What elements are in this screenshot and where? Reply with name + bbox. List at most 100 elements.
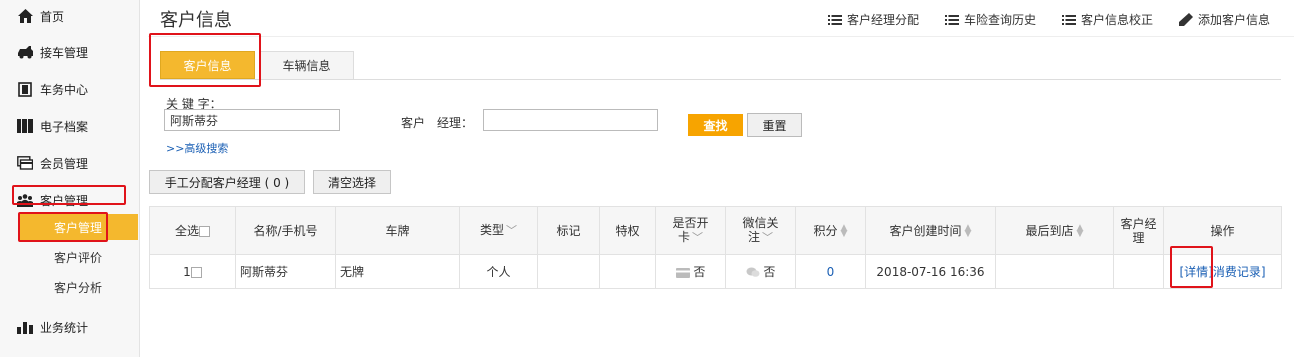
wechat-icon: [746, 265, 760, 279]
chevron-down-icon: ﹀: [762, 231, 773, 244]
sidebar-item-label: 客户管理: [40, 193, 89, 208]
assign-manager-button[interactable]: 手工分配客户经理 ( 0 ): [149, 170, 305, 194]
sidebar-item-label: 首页: [40, 9, 65, 24]
sidebar-subitem-customer-reviews[interactable]: 客户评价: [18, 244, 138, 270]
advanced-search-link[interactable]: >>高级搜索: [166, 140, 228, 156]
archive-icon: [16, 118, 34, 134]
cell-plate: 无牌: [335, 254, 460, 289]
cell-last-visit: [995, 254, 1114, 289]
tab-divider: [160, 79, 1281, 80]
cell-privilege: [599, 254, 656, 289]
cell-created: 2018-07-16 16:36: [865, 254, 996, 289]
header-divider: [148, 36, 1294, 37]
chart-icon: [16, 319, 34, 335]
header-wechat[interactable]: 微信关注 ﹀: [725, 206, 796, 255]
tab-label: 车辆信息: [282, 59, 331, 73]
header-label: 最后到店: [1025, 223, 1074, 238]
list-icon: [944, 14, 959, 26]
cell-manager: [1113, 254, 1164, 289]
row-checkbox[interactable]: [190, 266, 202, 278]
sort-icon: ▲ ▼: [840, 223, 848, 239]
add-customer-link[interactable]: 添加客户信息: [1178, 11, 1270, 28]
cell-index[interactable]: 1: [149, 254, 236, 289]
page-title: 客户信息: [160, 10, 232, 31]
sidebar-item-customers[interactable]: 客户管理: [16, 190, 88, 210]
header-privilege: 特权: [599, 206, 656, 255]
main-content: 客户信息 客户经理分配 车险查询历史 客户信息校正 添加客户信息 客户信息 车辆…: [148, 0, 1294, 357]
header-label: 注: [747, 230, 760, 244]
header-card[interactable]: 是否开卡 ﹀: [655, 206, 726, 255]
card-icon: [675, 265, 690, 279]
tab-label: 客户信息: [183, 58, 232, 73]
header-label: 客户创建时间: [889, 223, 962, 238]
cell-ops: [详情]消费记录]: [1163, 254, 1282, 289]
header-points[interactable]: 积分 ▲ ▼: [795, 206, 866, 255]
customer-table: 全选 名称/手机号 车牌 类型 ﹀ 标记 特权 是否开卡 ﹀ 微信关注 ﹀ 积分 ▲ ▼ …: [149, 206, 1282, 289]
toolbar-label: 添加客户信息: [1197, 13, 1270, 27]
sidebar-subitem-label: 客户管理: [53, 220, 102, 235]
card-status: 否: [693, 265, 706, 279]
consume-records-link[interactable]: 消费记录]: [1213, 265, 1266, 279]
chevron-down-icon: ﹀: [506, 224, 517, 237]
header-label: 积分: [813, 223, 838, 238]
sort-icon: ▲ ▼: [1076, 223, 1084, 239]
sidebar-subitem-customer-analysis[interactable]: 客户分析: [18, 274, 138, 300]
table-header-row: 全选 名称/手机号 车牌 类型 ﹀ 标记 特权 是否开卡 ﹀ 微信关注 ﹀ 积分 ▲ ▼ …: [149, 206, 1282, 255]
header-label: 卡: [677, 230, 690, 244]
sidebar-item-label: 车务中心: [40, 82, 89, 97]
header-last-visit[interactable]: 最后到店 ▲ ▼: [995, 206, 1114, 255]
home-icon: [16, 8, 34, 24]
insurance-history-link[interactable]: 车险查询历史: [944, 11, 1036, 28]
tab-customer-info[interactable]: 客户信息: [160, 51, 255, 79]
header-type[interactable]: 类型 ﹀: [459, 206, 538, 255]
manager-input[interactable]: [483, 109, 658, 131]
header-mark: 标记: [537, 206, 600, 255]
keyword-input[interactable]: [164, 109, 340, 131]
header-name-phone: 名称/手机号: [235, 206, 336, 255]
sidebar-item-archive[interactable]: 电子档案: [16, 116, 88, 136]
cell-wechat: 否: [725, 254, 796, 289]
row-index: 1: [183, 264, 191, 279]
sidebar-item-vehicle-center[interactable]: 车务中心: [16, 79, 88, 99]
cell-card: 否: [655, 254, 726, 289]
sort-icon: ▲ ▼: [964, 223, 972, 239]
sidebar-item-label: 会员管理: [40, 156, 89, 171]
wechat-status: 否: [763, 265, 776, 279]
header-created[interactable]: 客户创建时间 ▲ ▼: [865, 206, 996, 255]
sidebar-item-members[interactable]: 会员管理: [16, 153, 88, 173]
list-icon: [1061, 14, 1076, 26]
header-select-all[interactable]: 全选: [149, 206, 236, 255]
cell-type: 个人: [459, 254, 538, 289]
card-icon: [16, 155, 34, 171]
customer-correction-link[interactable]: 客户信息校正: [1061, 11, 1153, 28]
cell-points: 0: [795, 254, 866, 289]
sidebar-item-label: 接车管理: [40, 45, 89, 60]
sidebar-subitem-label: 客户分析: [53, 280, 102, 295]
header-label: 客户经: [1120, 216, 1157, 231]
reset-button[interactable]: 重置: [747, 113, 802, 137]
sidebar-item-reception[interactable]: 接车管理: [16, 42, 88, 62]
tab-vehicle-info[interactable]: 车辆信息: [259, 51, 354, 79]
detail-link[interactable]: [详情]: [1179, 265, 1212, 279]
header-toolbar: 客户经理分配 车险查询历史 客户信息校正 添加客户信息: [827, 11, 1270, 28]
sidebar: 首页 接车管理 车务中心 电子档案 会员管理 客户管理 客户管理 客户评价 客户…: [0, 0, 140, 357]
select-all-checkbox[interactable]: [199, 225, 210, 237]
sidebar-item-home[interactable]: 首页: [16, 6, 64, 26]
sidebar-item-statistics[interactable]: 业务统计: [16, 317, 88, 337]
sidebar-item-label: 业务统计: [40, 320, 89, 335]
clear-selection-button[interactable]: 清空选择: [313, 170, 391, 194]
sidebar-subitem-customer-management[interactable]: 客户管理: [18, 214, 138, 240]
people-icon: [16, 192, 34, 208]
header-plate: 车牌: [335, 206, 460, 255]
header-label: 微信关: [742, 216, 779, 230]
sidebar-item-label: 电子档案: [40, 119, 89, 134]
header-label: 理: [1132, 230, 1145, 245]
cell-mark: [537, 254, 600, 289]
door-icon: [16, 81, 34, 97]
assign-manager-link[interactable]: 客户经理分配: [827, 11, 919, 28]
search-button[interactable]: 查找: [688, 114, 743, 136]
points-link[interactable]: 0: [827, 265, 835, 279]
manager-label: 客户 经理：: [401, 116, 474, 130]
pencil-icon: [1178, 13, 1193, 26]
header-manager: 客户经理: [1113, 206, 1164, 255]
